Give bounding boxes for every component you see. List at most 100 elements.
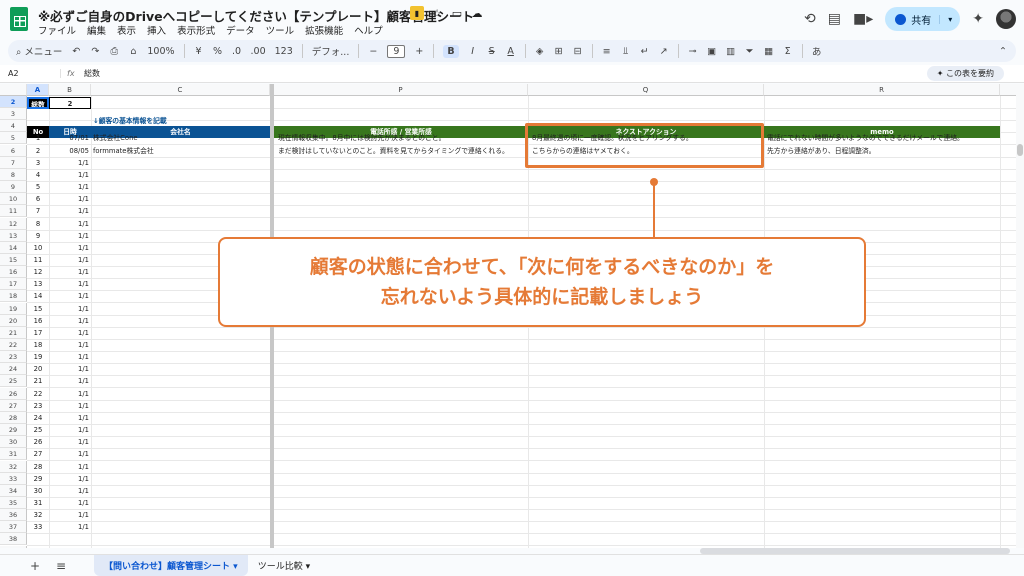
menu-item[interactable]: ファイル: [38, 23, 76, 37]
record-date-cell[interactable]: 1/1: [49, 339, 89, 351]
text-wrap-icon[interactable]: ↵: [640, 46, 650, 57]
total-label-cell[interactable]: 総数: [27, 97, 49, 109]
row-header[interactable]: 25: [0, 375, 27, 388]
record-date-cell[interactable]: 1/1: [49, 181, 89, 193]
record-no-cell[interactable]: 21: [27, 375, 49, 387]
row-header[interactable]: 35: [0, 496, 27, 509]
sheet-tab-tool-compare[interactable]: ツール比較 ▾: [248, 555, 320, 576]
record-date-cell[interactable]: 1/1: [49, 266, 89, 278]
row-header[interactable]: 29: [0, 424, 27, 437]
italic-icon[interactable]: I: [468, 46, 478, 57]
record-no-cell[interactable]: 18: [27, 339, 49, 351]
undo-icon[interactable]: ↶: [71, 46, 81, 57]
row-header[interactable]: 31: [0, 448, 27, 461]
record-no-cell[interactable]: 32: [27, 509, 49, 521]
increase-decimal-button[interactable]: .00: [251, 46, 266, 57]
borders-icon[interactable]: ⊞: [554, 46, 564, 57]
record-date-cell[interactable]: 1/1: [49, 436, 89, 448]
row-header[interactable]: 6: [0, 144, 27, 157]
select-all-corner[interactable]: [0, 84, 27, 96]
percent-button[interactable]: %: [213, 46, 223, 57]
column-header-r[interactable]: R: [764, 84, 1000, 96]
row-header[interactable]: 13: [0, 229, 27, 242]
more-formats-button[interactable]: 123: [275, 46, 293, 57]
record-date-cell[interactable]: 08/05: [49, 145, 89, 157]
record-no-cell[interactable]: 12: [27, 266, 49, 278]
record-date-cell[interactable]: 1/1: [49, 254, 89, 266]
record-no-cell[interactable]: 16: [27, 315, 49, 327]
record-no-cell[interactable]: 3: [27, 157, 49, 169]
print-icon[interactable]: ⎙: [109, 46, 119, 57]
record-no-cell[interactable]: 28: [27, 461, 49, 473]
record-date-cell[interactable]: 1/1: [49, 303, 89, 315]
row-header[interactable]: 34: [0, 484, 27, 497]
record-no-cell[interactable]: 11: [27, 254, 49, 266]
row-header[interactable]: 12: [0, 217, 27, 230]
record-date-cell[interactable]: 1/1: [49, 412, 89, 424]
row-header[interactable]: 30: [0, 436, 27, 449]
currency-button[interactable]: ¥: [194, 46, 204, 57]
horizontal-align-icon[interactable]: ≡: [602, 46, 612, 57]
record-date-cell[interactable]: 1/1: [49, 193, 89, 205]
search-menu[interactable]: ⌕ メニュー: [16, 44, 62, 58]
row-header[interactable]: 8: [0, 168, 27, 181]
row-header[interactable]: 36: [0, 509, 27, 522]
menu-item[interactable]: 表示形式: [177, 23, 215, 37]
column-header-c[interactable]: C: [91, 84, 270, 96]
row-header[interactable]: 26: [0, 387, 27, 400]
row-header[interactable]: 17: [0, 278, 27, 291]
record-date-cell[interactable]: 1/1: [49, 218, 89, 230]
row-header[interactable]: 3: [0, 108, 27, 121]
record-no-cell[interactable]: 5: [27, 181, 49, 193]
paint-format-icon[interactable]: ⌂: [128, 46, 138, 57]
row-header[interactable]: 32: [0, 460, 27, 473]
strikethrough-icon[interactable]: S: [487, 46, 497, 57]
record-no-cell[interactable]: 29: [27, 473, 49, 485]
collapse-toolbar-icon[interactable]: ⌃: [998, 46, 1008, 57]
record-date-cell[interactable]: 1/1: [49, 388, 89, 400]
record-memo-cell[interactable]: 電話にでれない時間が多いようなのでできるだけメールで連絡。: [764, 132, 1000, 144]
row-header[interactable]: 22: [0, 339, 27, 351]
meet-icon[interactable]: ■▸: [853, 11, 873, 27]
fill-color-icon[interactable]: ◈: [535, 46, 545, 57]
bold-icon[interactable]: B: [443, 44, 459, 58]
star-icon[interactable]: ☆: [430, 6, 444, 20]
menu-item[interactable]: ヘルプ: [354, 23, 383, 37]
record-date-cell[interactable]: 1/1: [49, 485, 89, 497]
row-header[interactable]: 33: [0, 472, 27, 485]
row-header[interactable]: 11: [0, 205, 27, 218]
column-header-q[interactable]: Q: [528, 84, 764, 96]
comment-icon[interactable]: ▣: [707, 46, 717, 57]
row-header[interactable]: 18: [0, 290, 27, 303]
record-no-cell[interactable]: 2: [27, 145, 49, 157]
row-header[interactable]: 39: [0, 545, 27, 548]
template-badge-icon[interactable]: ▮: [410, 6, 424, 20]
record-no-cell[interactable]: 20: [27, 363, 49, 375]
record-no-cell[interactable]: 4: [27, 169, 49, 181]
record-date-cell[interactable]: 1/1: [49, 278, 89, 290]
link-icon[interactable]: ⊸: [688, 46, 698, 57]
row-header[interactable]: 38: [0, 533, 27, 546]
record-date-cell[interactable]: 1/1: [49, 521, 89, 533]
record-company-cell[interactable]: formmate株式会社: [91, 145, 270, 157]
record-no-cell[interactable]: 1: [27, 132, 49, 144]
record-date-cell[interactable]: 1/1: [49, 375, 89, 387]
record-phone-cell[interactable]: まだ検討はしていないとのこと。資料を見てからタイミングで連絡くれる。: [274, 145, 528, 157]
share-dropdown-icon[interactable]: ▾: [939, 14, 960, 24]
avatar[interactable]: [996, 9, 1016, 29]
record-no-cell[interactable]: 33: [27, 521, 49, 533]
record-no-cell[interactable]: 31: [27, 497, 49, 509]
record-no-cell[interactable]: 13: [27, 278, 49, 290]
gemini-icon[interactable]: ✦: [972, 11, 984, 27]
record-date-cell[interactable]: 1/1: [49, 242, 89, 254]
record-date-cell[interactable]: 1/1: [49, 461, 89, 473]
record-no-cell[interactable]: 8: [27, 218, 49, 230]
record-no-cell[interactable]: 25: [27, 424, 49, 436]
column-header-p[interactable]: P: [274, 84, 528, 96]
menu-item[interactable]: 拡張機能: [305, 23, 343, 37]
font-size-decrease-icon[interactable]: −: [368, 46, 378, 57]
record-no-cell[interactable]: 17: [27, 327, 49, 339]
record-date-cell[interactable]: 1/1: [49, 290, 89, 302]
record-no-cell[interactable]: 30: [27, 485, 49, 497]
record-no-cell[interactable]: 24: [27, 412, 49, 424]
